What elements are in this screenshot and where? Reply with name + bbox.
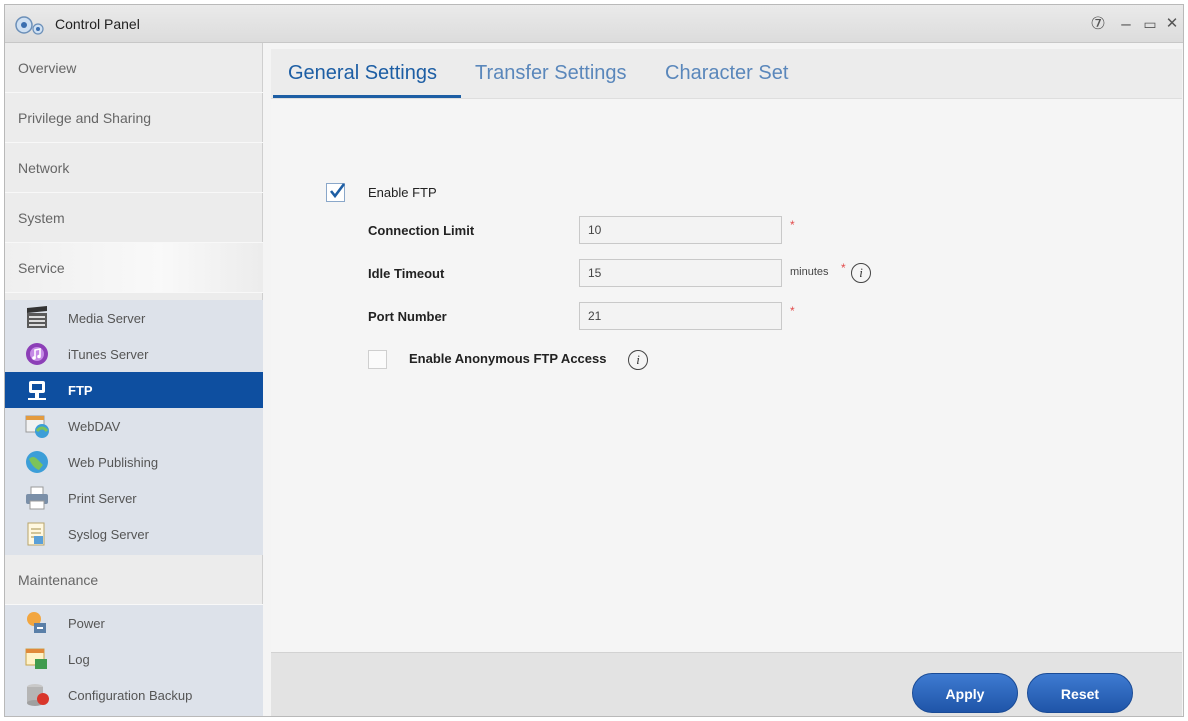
enable-ftp-checkbox[interactable] <box>326 183 346 202</box>
maximize-button[interactable]: ▭ <box>1139 13 1161 35</box>
sidebar-item-webdav[interactable]: WebDAV <box>5 408 263 444</box>
sidebar-item-power[interactable]: Power <box>5 605 263 641</box>
title-bar: Control Panel ⑦ – ▭ ✕ <box>5 5 1183 43</box>
apply-button[interactable]: Apply <box>912 673 1018 713</box>
itunes-icon <box>26 343 48 365</box>
help-button[interactable]: ⑦ <box>1087 13 1109 35</box>
required-marker: * <box>790 304 795 318</box>
sidebar-item-ftp[interactable]: FTP <box>5 372 263 408</box>
ftp-settings-form: Enable FTP Connection Limit * Idle Timeo… <box>271 100 1182 652</box>
sidebar-category-system[interactable]: System <box>5 193 263 243</box>
anonymous-ftp-label: Enable Anonymous FTP Access <box>409 351 607 366</box>
tab-bar: General Settings Transfer Settings Chara… <box>271 49 1182 99</box>
sidebar: Overview Privilege and Sharing Network S… <box>5 43 263 716</box>
connection-limit-label: Connection Limit <box>368 223 475 238</box>
web-publishing-icon <box>26 451 48 473</box>
sidebar-item-itunes-server[interactable]: iTunes Server <box>5 336 263 372</box>
sidebar-item-print-server[interactable]: Print Server <box>5 480 263 516</box>
sidebar-item-label: WebDAV <box>68 418 121 434</box>
sidebar-item-label: Print Server <box>68 490 137 506</box>
syslog-icon <box>27 522 45 546</box>
required-marker: * <box>841 261 846 275</box>
action-bar: Apply Reset <box>271 652 1182 716</box>
media-server-icon <box>27 306 47 328</box>
log-icon <box>25 648 47 669</box>
port-number-label: Port Number <box>368 309 447 324</box>
sidebar-category-maintenance[interactable]: Maintenance <box>5 555 263 605</box>
sidebar-item-configuration-backup[interactable]: Configuration Backup <box>5 677 263 713</box>
sidebar-category-privilege-and-sharing[interactable]: Privilege and Sharing <box>5 93 263 143</box>
connection-limit-input[interactable] <box>579 216 782 244</box>
sidebar-item-log[interactable]: Log <box>5 641 263 677</box>
control-panel-window: Control Panel ⑦ – ▭ ✕ Overview Privilege… <box>4 4 1184 717</box>
sidebar-item-label: FTP <box>68 382 93 398</box>
minimize-button[interactable]: – <box>1115 13 1137 35</box>
close-button[interactable]: ✕ <box>1161 13 1183 35</box>
sidebar-item-label: Configuration Backup <box>68 687 193 703</box>
idle-timeout-input[interactable] <box>579 259 782 287</box>
control-panel-logo-icon <box>15 16 44 35</box>
reset-button[interactable]: Reset <box>1027 673 1133 713</box>
port-number-input[interactable] <box>579 302 782 330</box>
sidebar-item-label: Syslog Server <box>68 526 149 542</box>
tab-character-set[interactable]: Character Set <box>665 62 788 85</box>
sidebar-item-label: Web Publishing <box>68 454 159 470</box>
sidebar-category-network[interactable]: Network <box>5 143 263 193</box>
webdav-icon <box>25 415 49 438</box>
anonymous-ftp-checkbox[interactable] <box>368 350 387 369</box>
required-marker: * <box>790 218 795 232</box>
checkmark-icon <box>329 183 346 199</box>
printer-icon <box>26 486 48 510</box>
info-icon[interactable]: i <box>628 350 648 370</box>
sidebar-category-overview[interactable]: Overview <box>5 43 263 93</box>
active-tab-indicator <box>273 95 461 98</box>
sidebar-item-label: Log <box>68 651 90 667</box>
sidebar-item-label: Media Server <box>68 310 146 326</box>
enable-ftp-label: Enable FTP <box>368 185 437 200</box>
maintenance-submenu: Power Log Configuration Backup <box>5 605 263 716</box>
tab-general-settings[interactable]: General Settings <box>288 62 437 85</box>
window-title: Control Panel <box>55 16 140 32</box>
sidebar-item-media-server[interactable]: Media Server <box>5 300 263 336</box>
sidebar-category-service[interactable]: Service <box>5 243 263 293</box>
sidebar-item-label: iTunes Server <box>68 346 149 362</box>
power-icon <box>27 612 46 633</box>
sidebar-item-label: Power <box>68 615 105 631</box>
backup-icon <box>27 684 49 706</box>
ftp-icon <box>28 381 46 400</box>
sidebar-item-web-publishing[interactable]: Web Publishing <box>5 444 263 480</box>
sidebar-item-syslog-server[interactable]: Syslog Server <box>5 516 263 552</box>
service-submenu: Media Server iTunes Server FTP WebDAV We… <box>5 300 263 555</box>
main-panel: General Settings Transfer Settings Chara… <box>271 49 1182 716</box>
idle-timeout-label: Idle Timeout <box>368 266 445 281</box>
idle-timeout-unit: minutes <box>790 266 829 278</box>
info-icon[interactable]: i <box>851 263 871 283</box>
tab-transfer-settings[interactable]: Transfer Settings <box>475 62 627 85</box>
